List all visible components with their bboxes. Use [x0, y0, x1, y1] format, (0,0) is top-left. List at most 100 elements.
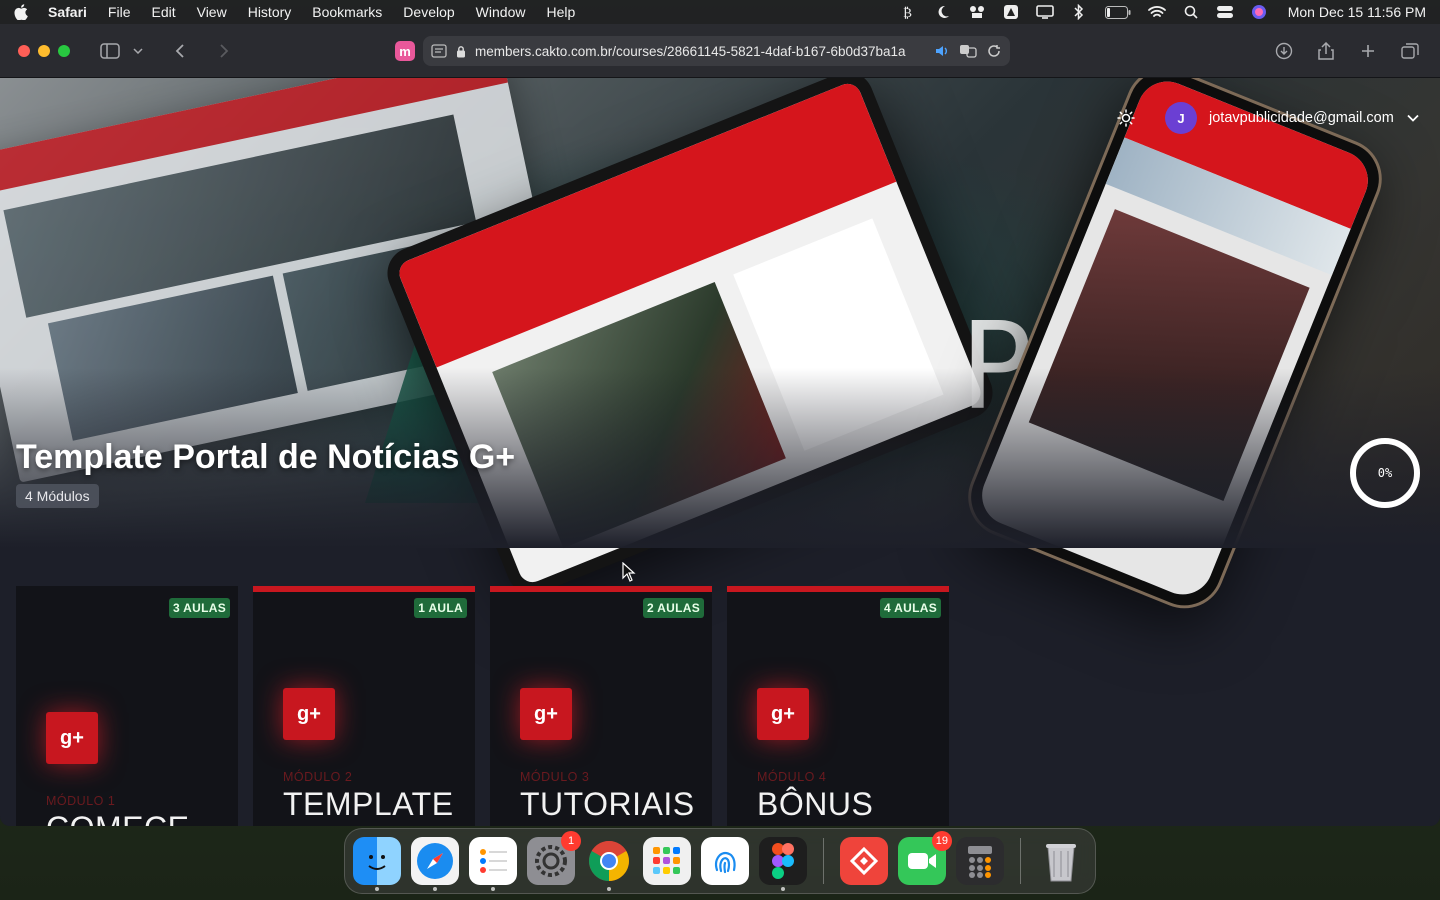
display-icon[interactable]	[1035, 4, 1054, 20]
lesson-count-badge: 4 AULAS	[880, 598, 941, 618]
lesson-count-badge: 2 AULAS	[643, 598, 704, 618]
dock-anydesk[interactable]	[840, 837, 888, 885]
search-icon[interactable]	[1182, 4, 1200, 20]
notification-badge: 1	[561, 831, 581, 851]
course-page: P J jotavpublicidade@gmail.com Template …	[0, 78, 1440, 826]
figma-icon	[772, 843, 794, 879]
minimize-window-button[interactable]	[38, 44, 50, 57]
gplus-logo-icon: g+	[520, 688, 572, 740]
gplus-logo-icon: g+	[757, 688, 809, 740]
forward-icon[interactable]	[212, 39, 236, 63]
wifi-icon[interactable]	[1147, 4, 1166, 20]
gplus-logo-icon: g+	[283, 688, 335, 740]
dock-chrome[interactable]	[585, 837, 633, 891]
user-email[interactable]: jotavpublicidade@gmail.com	[1209, 110, 1394, 126]
menu-history[interactable]: History	[248, 4, 292, 20]
svg-text:₿: ₿	[903, 6, 912, 19]
calculator-icon	[968, 846, 992, 878]
share-icon[interactable]	[1314, 39, 1338, 63]
audio-icon[interactable]	[934, 39, 950, 63]
activity-icon[interactable]	[968, 4, 986, 20]
module-name: BÔNUS	[757, 786, 874, 822]
menu-view[interactable]: View	[197, 4, 227, 20]
dock-separator	[1020, 838, 1021, 884]
module-name: TEMPLATE	[283, 786, 454, 822]
dock-safari[interactable]	[411, 837, 459, 891]
chevron-down-icon[interactable]	[1406, 111, 1420, 125]
page-menu-icon[interactable]	[431, 39, 447, 63]
fingerprint-icon	[714, 851, 736, 874]
menu-help[interactable]: Help	[546, 4, 575, 20]
download-icon[interactable]	[1272, 39, 1296, 63]
address-bar[interactable]: members.cakto.com.br/courses/28661145-58…	[423, 36, 1010, 66]
course-hero-banner: P	[0, 78, 1440, 621]
reload-icon[interactable]	[986, 39, 1002, 63]
window-controls	[18, 44, 70, 57]
new-tab-icon[interactable]	[1356, 39, 1380, 63]
apple-icon[interactable]	[14, 4, 30, 20]
menu-bookmarks[interactable]: Bookmarks	[312, 4, 382, 20]
launchpad-grid-icon	[653, 847, 680, 874]
menubar-clock[interactable]: Mon Dec 15 11:56 PM	[1288, 4, 1426, 20]
module-label: MÓDULO 3	[520, 770, 590, 784]
modules-list: 3 AULAS g+ MÓDULO 1 COMECE 1 AULA g+ MÓD…	[16, 586, 949, 826]
dock-system-settings[interactable]: 1	[527, 831, 581, 885]
finder-icon	[368, 855, 386, 870]
chevron-down-icon[interactable]	[132, 39, 144, 63]
menu-app-name[interactable]: Safari	[48, 4, 87, 20]
module-label: MÓDULO 4	[757, 770, 827, 784]
course-title: Template Portal de Notícias G+	[16, 438, 516, 476]
dock: 1 19	[344, 828, 1096, 894]
lesson-count-badge: 3 AULAS	[169, 598, 230, 618]
dock-reminders[interactable]	[469, 837, 517, 891]
control-center-icon[interactable]	[1216, 4, 1234, 20]
user-menu[interactable]: J jotavpublicidade@gmail.com	[1165, 102, 1420, 134]
dock-finder[interactable]	[353, 837, 401, 891]
menubar: Safari File Edit View History Bookmarks …	[0, 0, 1440, 24]
notification-badge: 19	[931, 831, 952, 851]
dock-launchpad[interactable]	[643, 837, 691, 885]
sidebar-icon[interactable]	[98, 39, 122, 63]
module-card-4[interactable]: 4 AULAS g+ MÓDULO 4 BÔNUS	[727, 586, 949, 826]
video-camera-icon	[908, 853, 936, 869]
chrome-icon	[589, 841, 629, 881]
site-favicon[interactable]: m	[395, 41, 415, 61]
dock-keychain[interactable]	[701, 837, 749, 885]
tab-overview-icon[interactable]	[1398, 39, 1422, 63]
reminders-icon	[480, 849, 507, 873]
url-text[interactable]: members.cakto.com.br/courses/28661145-58…	[475, 44, 926, 59]
module-card-2[interactable]: 1 AULA g+ MÓDULO 2 TEMPLATE	[253, 586, 475, 826]
battery-icon[interactable]	[1104, 4, 1132, 20]
back-icon[interactable]	[168, 39, 192, 63]
menu-develop[interactable]: Develop	[403, 4, 454, 20]
sun-icon[interactable]	[1114, 106, 1138, 130]
module-card-3[interactable]: 2 AULAS g+ MÓDULO 3 TUTORIAIS	[490, 586, 712, 826]
menu-file[interactable]: File	[108, 4, 131, 20]
module-card-1[interactable]: 3 AULAS g+ MÓDULO 1 COMECE	[16, 586, 238, 826]
menu-window[interactable]: Window	[476, 4, 526, 20]
modules-count-badge: 4 Módulos	[16, 484, 99, 508]
script-icon[interactable]: ₿	[900, 4, 918, 20]
module-label: MÓDULO 1	[46, 794, 116, 808]
siri-icon[interactable]	[1250, 4, 1268, 20]
moon-icon[interactable]	[934, 4, 952, 20]
dock-calculator[interactable]	[956, 837, 1004, 885]
safari-window: m members.cakto.com.br/courses/28661145-…	[0, 24, 1440, 826]
avatar[interactable]: J	[1165, 102, 1197, 134]
dock-trash[interactable]	[1037, 837, 1085, 885]
close-window-button[interactable]	[18, 44, 30, 57]
trash-icon	[1046, 844, 1076, 882]
safari-compass-icon	[417, 843, 453, 879]
dock-separator	[823, 838, 824, 884]
dock-facetime[interactable]: 19	[898, 831, 952, 885]
zoom-window-button[interactable]	[58, 44, 70, 57]
anydesk-icon	[849, 846, 879, 876]
lesson-count-badge: 1 AULA	[414, 598, 467, 618]
gplus-logo-icon: g+	[46, 712, 98, 764]
bluetooth-icon[interactable]	[1070, 4, 1088, 20]
progress-label: 0%	[1377, 466, 1393, 480]
translate-icon[interactable]	[958, 39, 978, 63]
dock-figma[interactable]	[759, 837, 807, 891]
drive-icon[interactable]	[1002, 4, 1020, 20]
menu-edit[interactable]: Edit	[151, 4, 175, 20]
